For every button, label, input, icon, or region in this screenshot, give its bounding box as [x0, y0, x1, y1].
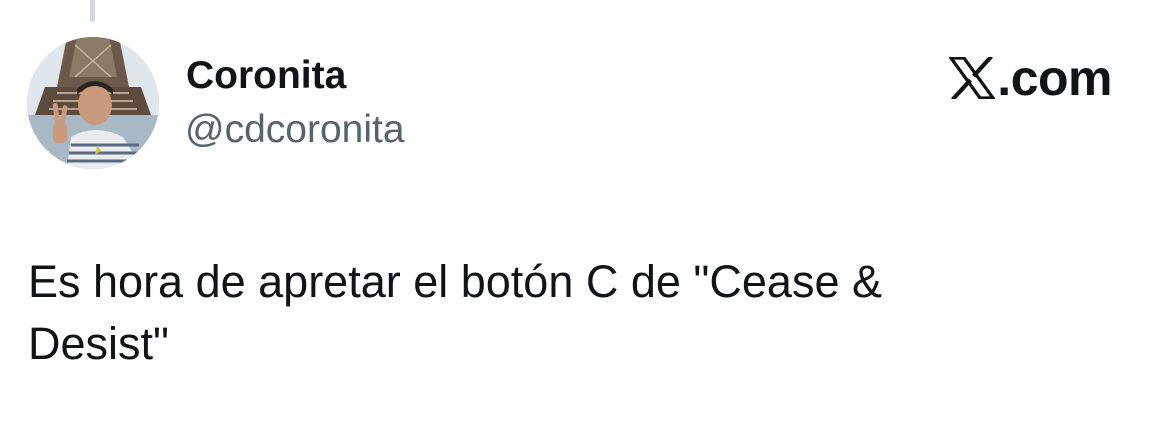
x-logo-icon	[949, 57, 996, 99]
thread-connector-line	[90, 0, 95, 22]
author-display-name[interactable]: Coronita	[186, 53, 346, 99]
tweet-text: Es hora de apretar el botón C de "Cease …	[28, 256, 882, 369]
avatar-photo	[27, 37, 159, 169]
brand-domain-suffix: .com	[997, 50, 1112, 106]
author-handle[interactable]: @cdcoronita	[185, 107, 405, 153]
x-com-brand: .com	[949, 52, 1112, 104]
avatar[interactable]	[27, 37, 159, 169]
